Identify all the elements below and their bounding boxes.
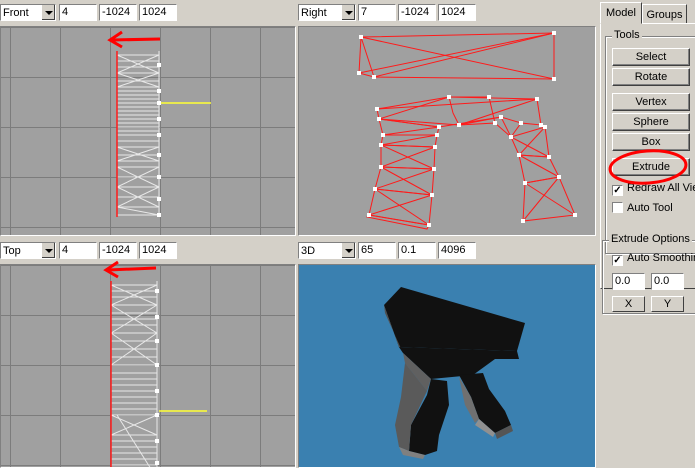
circle-annotation-extrude [608, 149, 688, 185]
view-select[interactable]: Front [0, 4, 56, 21]
chevron-down-icon[interactable] [41, 5, 55, 20]
view-select[interactable]: 3D [298, 242, 356, 259]
max-field[interactable]: 1024 [139, 242, 177, 259]
arrow-annotation-top [103, 260, 157, 279]
sphere-button[interactable]: Sphere [612, 113, 690, 131]
max-field[interactable]: 1024 [438, 4, 476, 21]
viewport-right: Right 7 -1024 1024 [298, 0, 596, 236]
axis-x-button[interactable]: X [612, 296, 645, 312]
extrude-value-field-1[interactable]: 0.0 [612, 273, 645, 290]
extrude-options-title: Extrude Options [609, 233, 692, 245]
view-select-value: Right [301, 7, 327, 19]
view-select-value: 3D [301, 245, 316, 257]
viewport-toolbar: 3D 65 0.1 4096 [298, 238, 596, 262]
right-wireframe [357, 31, 577, 230]
min-field[interactable]: -1024 [99, 242, 137, 259]
view-select-value: Top [3, 245, 21, 257]
view-select-value: Front [3, 7, 29, 19]
view-select[interactable]: Top [0, 242, 56, 259]
grid-size-field[interactable]: 7 [358, 4, 396, 21]
view-select[interactable]: Right [298, 4, 356, 21]
far-field[interactable]: 4096 [438, 242, 476, 259]
grid-size-field[interactable]: 4 [59, 242, 97, 259]
select-button[interactable]: Select [612, 48, 690, 66]
chevron-down-icon[interactable] [41, 243, 55, 258]
viewport-3d: 3D 65 0.1 4096 [298, 238, 596, 468]
3d-model [384, 287, 525, 459]
checkmark-icon: ✓ [612, 255, 623, 266]
top-wireframe [110, 281, 207, 467]
front-view-canvas[interactable] [0, 26, 296, 236]
auto-smoothing-checkbox[interactable]: ✓ Auto Smoothing [612, 252, 695, 266]
auto-tool-checkbox[interactable]: Auto Tool [612, 202, 673, 214]
3d-view-canvas[interactable] [298, 264, 596, 468]
near-field[interactable]: 0.1 [398, 242, 436, 259]
empty-checkbox-icon [612, 202, 623, 213]
front-wireframe [116, 51, 211, 217]
auto-tool-label: Auto Tool [627, 202, 673, 214]
fov-field[interactable]: 65 [358, 242, 396, 259]
extrude-value-field-2[interactable]: 0.0 [651, 273, 684, 290]
rotate-button[interactable]: Rotate [612, 68, 690, 86]
min-field[interactable]: -1024 [398, 4, 436, 21]
tab-model[interactable]: Model [600, 2, 642, 24]
arrow-annotation-front [107, 30, 161, 49]
top-view-canvas[interactable] [0, 264, 296, 468]
min-field[interactable]: -1024 [99, 4, 137, 21]
tab-groups[interactable]: Groups [642, 4, 687, 24]
tool-panel: Model Groups Tools Select Rotate Vertex … [598, 0, 695, 468]
vertex-button[interactable]: Vertex [612, 93, 690, 111]
chevron-down-icon[interactable] [341, 5, 355, 20]
viewport-toolbar: Front 4 -1024 1024 [0, 0, 296, 24]
right-view-canvas[interactable] [298, 26, 596, 236]
chevron-down-icon[interactable] [341, 243, 355, 258]
auto-smoothing-label: Auto Smoothing [627, 252, 695, 264]
viewport-toolbar: Top 4 -1024 1024 [0, 238, 296, 262]
axis-y-button[interactable]: Y [651, 296, 684, 312]
grid-size-field[interactable]: 4 [59, 4, 97, 21]
viewport-toolbar: Right 7 -1024 1024 [298, 0, 596, 24]
tools-group-title: Tools [612, 29, 642, 41]
max-field[interactable]: 1024 [139, 4, 177, 21]
